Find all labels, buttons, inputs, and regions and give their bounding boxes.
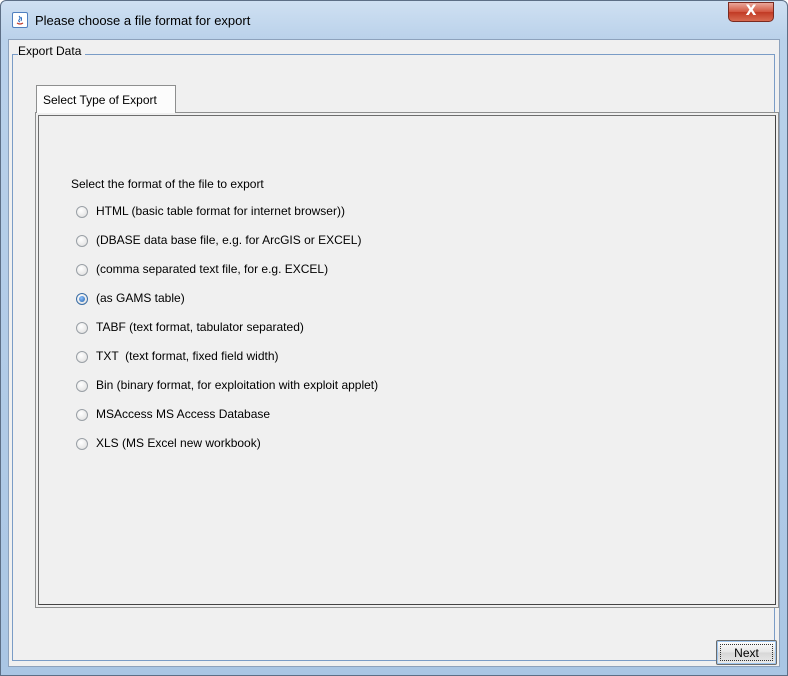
dialog-window: Please choose a file format for export X… [0, 0, 788, 676]
tab-label: Select Type of Export [43, 93, 157, 107]
option-label: (as GAMS table) [96, 291, 185, 305]
next-button[interactable]: Next [716, 640, 777, 665]
radio-button[interactable] [76, 380, 88, 392]
option-label: (DBASE data base file, e.g. for ArcGIS o… [96, 233, 362, 247]
format-prompt: Select the format of the file to export [71, 177, 264, 191]
radio-button-selected[interactable] [76, 293, 88, 305]
option-label: TABF (text format, tabulator separated) [96, 320, 304, 334]
radio-button[interactable] [76, 351, 88, 363]
option-label: (comma separated text file, for e.g. EXC… [96, 262, 329, 276]
close-button[interactable]: X [728, 2, 774, 22]
close-icon: X [745, 3, 757, 19]
option-label: MSAccess MS Access Database [96, 407, 271, 421]
radio-button[interactable] [76, 235, 88, 247]
next-button-label: Next [734, 646, 759, 660]
option-label: XLS (MS Excel new workbook) [96, 436, 261, 450]
radio-button[interactable] [76, 438, 88, 450]
tab-select-type-of-export[interactable]: Select Type of Export [36, 85, 176, 113]
option-label: TXT (text format, fixed field width) [96, 349, 279, 363]
window-title: Please choose a file format for export [35, 13, 251, 28]
java-app-icon [12, 12, 28, 28]
radio-button[interactable] [76, 409, 88, 421]
radio-button[interactable] [76, 206, 88, 218]
radio-button[interactable] [76, 264, 88, 276]
title-bar[interactable]: Please choose a file format for export X [1, 1, 787, 39]
option-label: Bin (binary format, for exploitation wit… [96, 378, 379, 392]
radio-button[interactable] [76, 322, 88, 334]
option-label: HTML (basic table format for internet br… [96, 204, 345, 218]
dialog-content: Export Data Select Type of Export Select… [8, 39, 780, 667]
export-data-legend: Export Data [18, 44, 86, 58]
